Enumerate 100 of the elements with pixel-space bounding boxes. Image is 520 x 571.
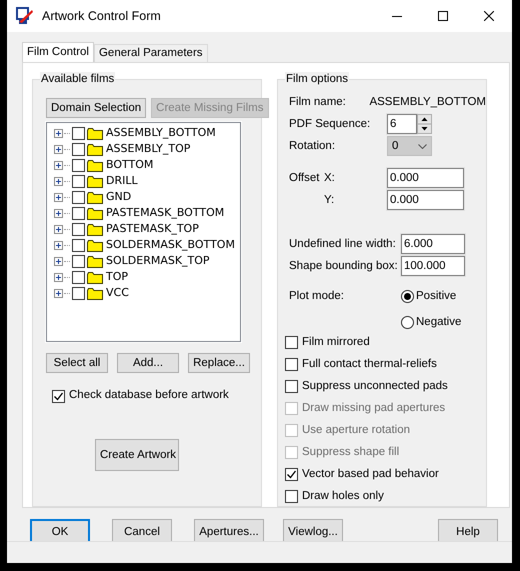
expand-icon[interactable] — [54, 256, 63, 266]
checkbox[interactable] — [285, 468, 298, 482]
rotation-dropdown[interactable]: 0 — [387, 136, 432, 156]
list-button[interactable]: Replace... — [188, 353, 250, 373]
radio-button[interactable] — [401, 316, 414, 329]
radio-label: Negative — [416, 314, 462, 330]
folder-icon — [87, 254, 103, 268]
checkbox-label: Film mirrored — [302, 335, 370, 350]
checkbox[interactable] — [285, 380, 298, 394]
field-label: Offset — [289, 170, 320, 186]
field-label: Plot mode: — [289, 289, 345, 304]
expand-icon[interactable] — [54, 176, 63, 186]
dialog-button[interactable]: Help — [438, 519, 498, 542]
pdf-sequence-field[interactable]: 6 — [387, 114, 417, 134]
checkbox-label: Full contact thermal-reliefs — [302, 357, 437, 372]
film-name[interactable]: GND — [106, 188, 132, 206]
film-name[interactable]: SOLDERMASK_BOTTOM — [106, 236, 235, 254]
folder-icon — [87, 158, 103, 172]
checkbox-label: Vector based pad behavior — [302, 467, 439, 482]
field-label: Rotation: — [289, 138, 336, 154]
field-label: PDF Sequence: — [289, 116, 372, 132]
checkbox[interactable] — [72, 158, 85, 172]
film-name[interactable]: SOLDERMASK_TOP — [106, 252, 210, 270]
film-name[interactable]: TOP — [106, 268, 128, 286]
checkbox-label: Use aperture rotation — [302, 423, 410, 438]
film-name[interactable]: PASTEMASK_TOP — [106, 220, 199, 238]
create-artwork-button[interactable]: Create Artwork — [95, 439, 179, 471]
field-label: Film name: — [289, 95, 347, 110]
group-label: Film options — [285, 72, 349, 86]
field-label: Undefined line width: — [289, 236, 397, 252]
app-icon — [16, 7, 34, 25]
folder-icon — [87, 238, 103, 252]
tab[interactable]: General Parameters — [94, 44, 208, 62]
checkbox[interactable] — [72, 142, 85, 156]
film-name[interactable]: VCC — [106, 284, 129, 302]
expand-icon[interactable] — [54, 144, 63, 154]
close-icon[interactable] — [484, 11, 494, 21]
expand-icon[interactable] — [54, 240, 63, 250]
dropdown-value: 0 — [392, 138, 398, 154]
checkbox[interactable] — [72, 270, 85, 284]
offset-y-field[interactable]: 0.000 — [387, 190, 464, 210]
field-label: Y: — [324, 192, 336, 208]
chevron-down-icon — [418, 144, 427, 149]
checkbox-label: Draw missing pad apertures — [302, 401, 446, 416]
expand-icon[interactable] — [54, 208, 63, 218]
field-label: X: — [324, 170, 336, 186]
film-name[interactable]: ASSEMBLY_TOP — [106, 140, 190, 158]
expand-icon[interactable] — [54, 128, 63, 138]
folder-icon — [87, 222, 103, 236]
bounding-box-field[interactable]: 100.000 — [401, 256, 465, 276]
folder-icon — [87, 126, 103, 140]
folder-icon — [87, 190, 103, 204]
checkbox-label: Check database before artwork — [69, 388, 229, 404]
checkbox[interactable] — [72, 206, 85, 220]
folder-icon — [87, 270, 103, 284]
expand-icon[interactable] — [54, 192, 63, 202]
dialog-button[interactable]: Viewlog... — [283, 519, 343, 542]
dialog-button[interactable]: Cancel — [112, 519, 172, 542]
radio-button[interactable] — [401, 290, 414, 304]
checkbox[interactable] — [52, 390, 65, 402]
field-label: Shape bounding box: — [289, 258, 399, 274]
spinner-icon[interactable] — [417, 114, 432, 134]
line-width-field[interactable]: 6.000 — [401, 234, 465, 254]
film-name-value: ASSEMBLY_BOTTOM — [369, 95, 486, 110]
film-button[interactable]: Domain Selection — [46, 98, 146, 118]
film-name[interactable]: PASTEMASK_BOTTOM — [106, 204, 224, 222]
checkbox-label: Suppress unconnected pads — [302, 379, 448, 394]
checkbox[interactable] — [72, 222, 85, 236]
offset-x-field[interactable]: 0.000 — [387, 168, 464, 188]
film-name[interactable]: BOTTOM — [106, 156, 154, 174]
list-button[interactable]: Add... — [117, 353, 179, 373]
expand-icon[interactable] — [54, 160, 63, 170]
checkbox[interactable] — [72, 286, 85, 300]
checkbox[interactable] — [285, 336, 298, 350]
expand-icon[interactable] — [54, 288, 63, 298]
film-name[interactable]: DRILL — [106, 172, 138, 190]
checkbox[interactable] — [72, 174, 85, 188]
expand-icon[interactable] — [54, 272, 63, 282]
folder-icon — [87, 206, 103, 220]
checkbox[interactable] — [72, 254, 85, 268]
film-list[interactable]: ASSEMBLY_BOTTOM ASSEMBLY_TOP BOTTOM DRILL GND PASTEMASK_BOTTOM PASTEMASK_TOP SOLDERMASK_BOTTOM SOLDERMASK_TOP TOP VCC — [46, 122, 241, 342]
checkbox[interactable] — [72, 190, 85, 204]
checkbox-label: Suppress shape fill — [302, 445, 400, 460]
expand-icon[interactable] — [54, 224, 63, 234]
checkbox[interactable] — [72, 126, 85, 140]
dialog-button[interactable]: OK — [30, 519, 90, 542]
checkbox[interactable] — [285, 358, 298, 372]
folder-icon — [87, 174, 103, 188]
checkbox[interactable] — [285, 490, 298, 504]
radio-label: Positive — [416, 289, 456, 304]
dialog-button[interactable]: Apertures... — [194, 519, 264, 542]
checkbox-label: Draw holes only — [302, 489, 384, 504]
maximize-icon[interactable] — [438, 11, 448, 21]
window-title: Artwork Control Form — [42, 8, 162, 25]
list-button[interactable]: Select all — [46, 353, 108, 373]
folder-icon — [87, 142, 103, 156]
tab[interactable]: Film Control — [22, 42, 94, 62]
checkbox[interactable] — [72, 238, 85, 252]
film-name[interactable]: ASSEMBLY_BOTTOM — [106, 124, 216, 142]
folder-icon — [87, 286, 103, 300]
